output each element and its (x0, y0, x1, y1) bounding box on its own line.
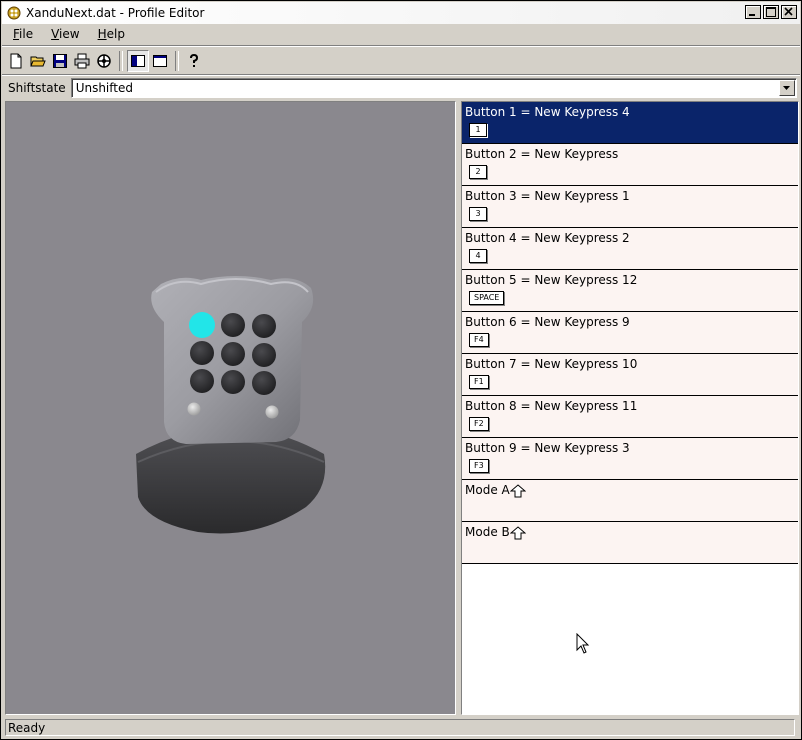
close-button[interactable] (781, 5, 797, 19)
toolbar (5, 49, 205, 73)
list-item-button-6[interactable]: Button 6 = New Keypress 9 F4 (462, 312, 798, 354)
menu-file[interactable]: File (6, 27, 40, 41)
maximize-button[interactable] (763, 5, 779, 19)
device-key-2[interactable] (221, 313, 245, 337)
single-view-icon (153, 55, 167, 67)
list-item-button-5[interactable]: Button 5 = New Keypress 12 SPACE (462, 270, 798, 312)
mode-b-label: Mode B (465, 525, 510, 539)
keycap-badge: F4 (469, 333, 489, 347)
target-button[interactable] (93, 50, 115, 72)
keypad-device-illustration (136, 276, 326, 534)
window-title: XanduNext.dat - Profile Editor (26, 6, 205, 20)
list-item-mode-a[interactable]: Mode A (462, 480, 798, 522)
device-base (136, 428, 326, 534)
device-key-5[interactable] (221, 342, 245, 366)
menu-view[interactable]: View (44, 27, 86, 41)
chevron-down-icon (783, 85, 790, 90)
keycap-badge: 1 (469, 123, 487, 137)
device-mode-a-button[interactable] (187, 402, 201, 416)
profile-editor-window: XanduNext.dat - Profile Editor File View… (0, 0, 802, 740)
list-item-button-9[interactable]: Button 9 = New Keypress 3 F3 (462, 438, 798, 480)
list-item-button-4[interactable]: Button 4 = New Keypress 2 4 (462, 228, 798, 270)
title-bar[interactable]: XanduNext.dat - Profile Editor (2, 2, 800, 24)
keycap-badge: F2 (469, 417, 489, 431)
help-icon (190, 53, 199, 67)
open-button[interactable] (27, 50, 49, 72)
device-3d-view[interactable] (5, 101, 456, 715)
list-item-button-3[interactable]: Button 3 = New Keypress 1 3 (462, 186, 798, 228)
toolbar-separator-2 (175, 51, 179, 71)
toolbar-separator (119, 51, 123, 71)
shiftstate-value: Unshifted (75, 81, 133, 95)
button-assignment-list[interactable]: Button 1 = New Keypress 4 1 Button 2 = N… (461, 101, 799, 715)
save-icon (53, 54, 67, 68)
list-item-button-2[interactable]: Button 2 = New Keypress 2 (462, 144, 798, 186)
minimize-button[interactable] (745, 5, 761, 19)
keycap-badge: 3 (469, 207, 487, 221)
open-folder-icon (30, 56, 46, 67)
keycap-badge: SPACE (469, 291, 505, 305)
device-key-9[interactable] (252, 371, 276, 395)
print-icon (74, 53, 90, 69)
status-text-pane: Ready (5, 719, 795, 736)
keycap-badge: 2 (469, 165, 487, 179)
list-item-button-1[interactable]: Button 1 = New Keypress 4 1 (462, 102, 798, 144)
shiftstate-label: Shiftstate (8, 81, 66, 95)
device-key-3[interactable] (252, 314, 276, 338)
single-view-button[interactable] (149, 50, 171, 72)
device-key-6[interactable] (252, 343, 276, 367)
menu-bar: File View Help (2, 24, 800, 44)
split-view-icon (131, 55, 145, 67)
new-file-icon (10, 53, 22, 69)
menu-help[interactable]: Help (91, 27, 132, 41)
save-button[interactable] (49, 50, 71, 72)
shiftstate-select[interactable]: Unshifted (70, 78, 797, 98)
split-view-button[interactable] (127, 50, 149, 72)
shiftstate-bar: Shiftstate Unshifted (5, 77, 797, 99)
app-icon (7, 6, 21, 20)
close-icon (784, 7, 793, 16)
shiftstate-dropdown-button[interactable] (779, 80, 795, 96)
help-button[interactable] (183, 50, 205, 72)
mouse-cursor-icon (576, 633, 590, 654)
device-mode-b-button[interactable] (265, 405, 279, 419)
shift-arrow-icon (509, 483, 526, 497)
device-key-8[interactable] (221, 370, 245, 394)
keycap-badge: 4 (469, 249, 487, 263)
mode-a-label: Mode A (465, 483, 510, 497)
list-item-button-7[interactable]: Button 7 = New Keypress 10 F1 (462, 354, 798, 396)
status-bar: Ready (2, 717, 800, 738)
device-key-4[interactable] (190, 341, 214, 365)
list-item-button-8[interactable]: Button 8 = New Keypress 11 F2 (462, 396, 798, 438)
status-text: Ready (8, 720, 46, 735)
keycap-badge: F3 (469, 459, 489, 473)
device-key-7[interactable] (190, 369, 214, 393)
new-button[interactable] (5, 50, 27, 72)
shift-arrow-icon (509, 525, 526, 539)
keycap-badge: F1 (469, 375, 489, 389)
list-item-mode-b[interactable]: Mode B (462, 522, 798, 564)
menu-separator (2, 45, 800, 47)
target-icon (97, 54, 111, 68)
device-key-1-active[interactable] (189, 312, 215, 338)
toolbar-bottom-separator (2, 74, 800, 76)
print-button[interactable] (71, 50, 93, 72)
